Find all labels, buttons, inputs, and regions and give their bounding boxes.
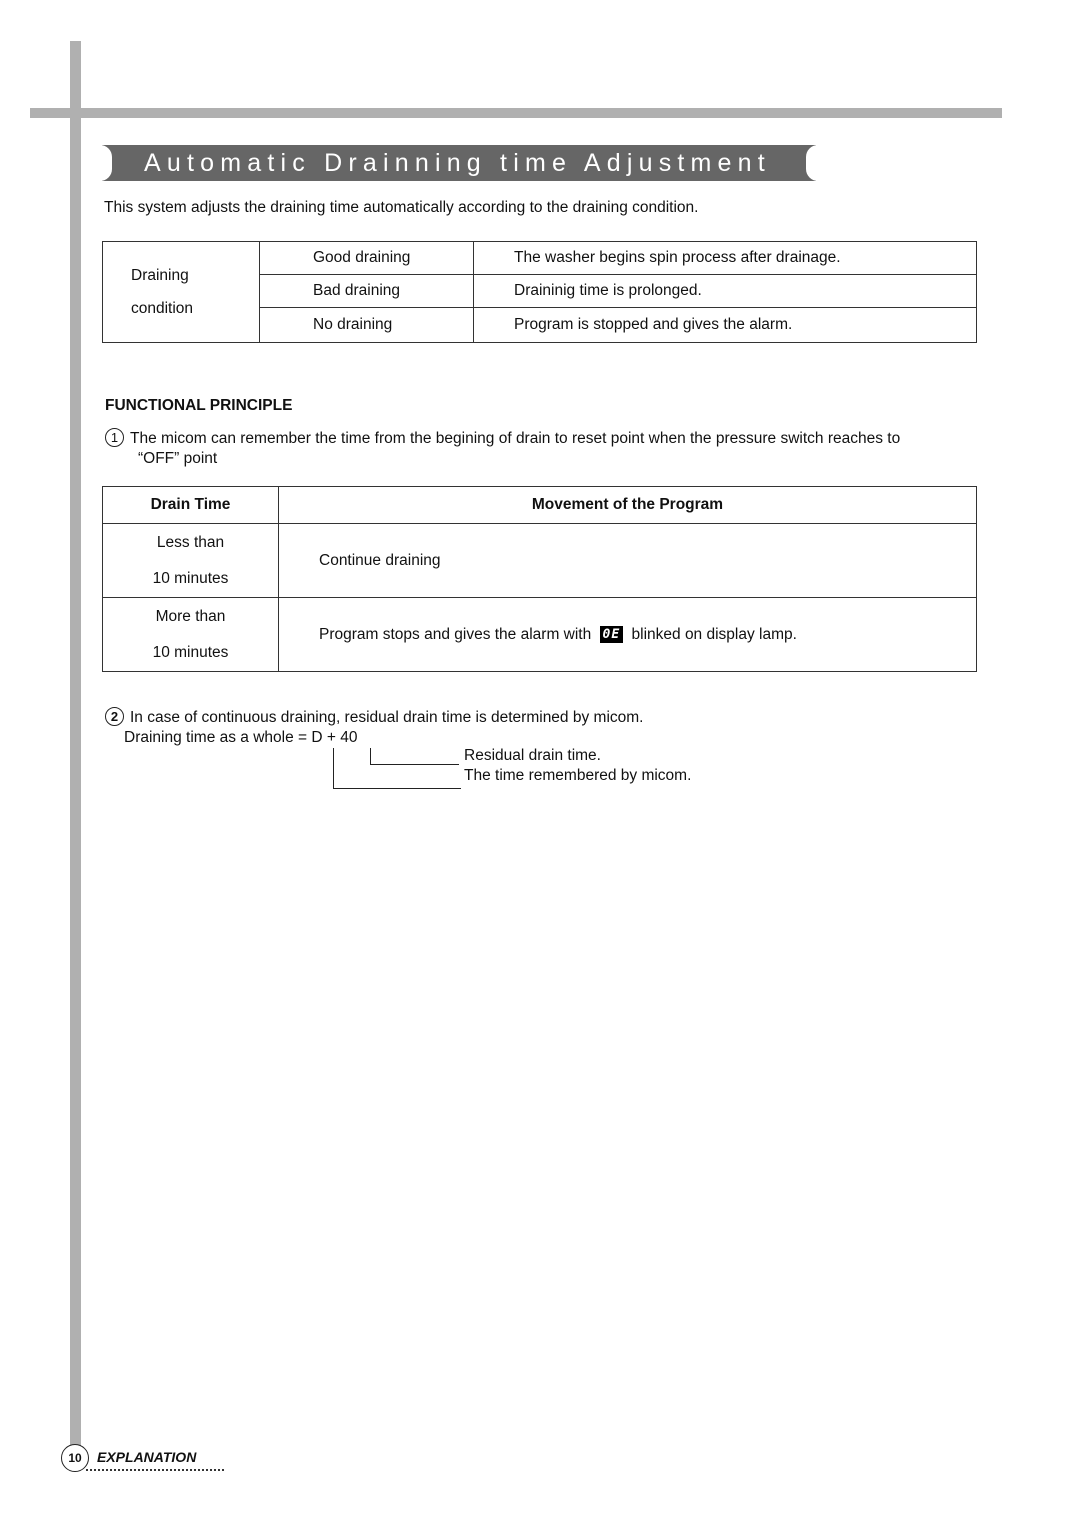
column-header: Movement of the Program — [278, 486, 977, 524]
section-heading: FUNCTIONAL PRINCIPLE — [105, 397, 293, 414]
point-2: 2 In case of continuous draining, residua… — [105, 707, 643, 748]
condition-state: Good draining — [259, 241, 474, 275]
condition-result: The washer begins spin process after dra… — [473, 241, 977, 275]
decorative-vertical-bar — [70, 41, 81, 1451]
drain-time-table: Drain Time Movement of the Program Less … — [102, 486, 977, 672]
bracket-line-d — [333, 748, 334, 789]
display-code-icon: 0E — [599, 625, 624, 643]
drain-time-cell: More than 10 minutes — [102, 597, 279, 672]
residual-label: Residual drain time. — [464, 747, 601, 764]
row-header: Draining condition — [102, 241, 260, 343]
table-row: Draining condition Good draining The was… — [102, 241, 977, 343]
intro-text: This system adjusts the draining time au… — [104, 199, 699, 216]
column-header: Drain Time — [102, 486, 279, 524]
page-number: 10 — [61, 1444, 89, 1472]
point-1: 1 The micom can remember the time from th… — [105, 428, 985, 469]
condition-result: Program is stopped and gives the alarm. — [473, 307, 977, 343]
bracket-line-d — [333, 788, 461, 789]
table-row: More than 10 minutes Program stops and g… — [102, 597, 977, 672]
number-badge: 2 — [105, 707, 124, 726]
movement-cell: Continue draining — [278, 523, 977, 598]
section-label: EXPLANATION — [97, 1449, 197, 1465]
condition-state: No draining — [259, 307, 474, 343]
drain-time-cell: Less than 10 minutes — [102, 523, 279, 598]
decorative-horizontal-bar — [30, 108, 1002, 118]
dotted-rule — [86, 1469, 224, 1471]
table-row: Less than 10 minutes Continue draining — [102, 523, 977, 598]
number-badge: 1 — [105, 428, 124, 447]
table-header-row: Drain Time Movement of the Program — [102, 486, 977, 524]
draining-condition-table: Draining condition Good draining The was… — [102, 241, 977, 343]
condition-state: Bad draining — [259, 274, 474, 308]
remembered-label: The time remembered by micom. — [464, 767, 692, 784]
bracket-line-40 — [370, 748, 371, 765]
title-banner: Automatic Drainning time Adjustment — [100, 145, 818, 181]
condition-result: Draininig time is prolonged. — [473, 274, 977, 308]
movement-cell: Program stops and gives the alarm with 0… — [278, 597, 977, 672]
page-title: Automatic Drainning time Adjustment — [144, 149, 771, 177]
bracket-line-40 — [370, 764, 459, 765]
